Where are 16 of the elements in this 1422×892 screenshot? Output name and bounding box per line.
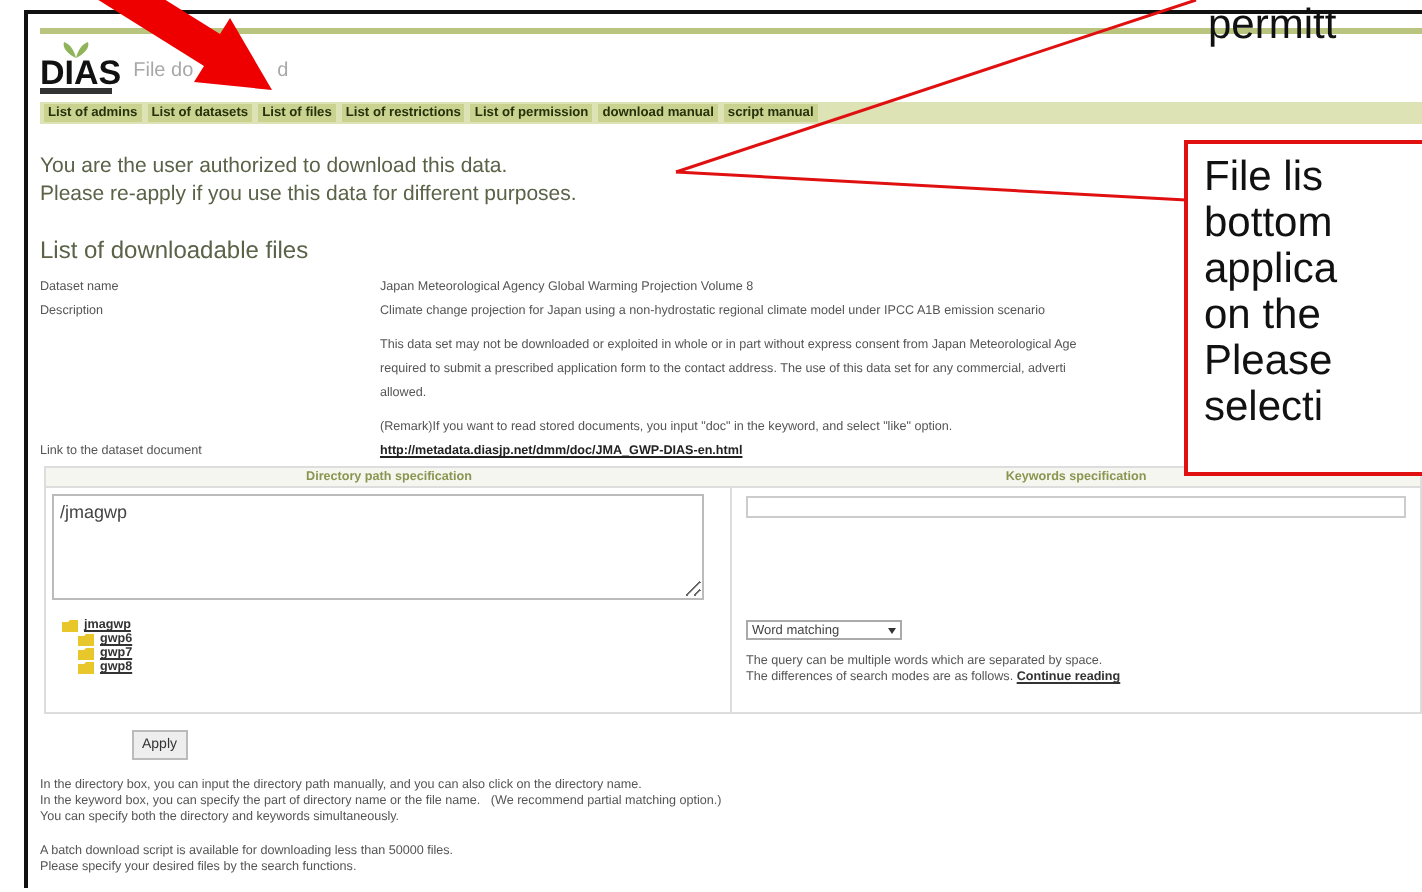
callout-text: applica — [1204, 246, 1340, 292]
notice-text: Please re-apply if you use this data for different purposes. — [40, 180, 577, 208]
dias-logo: DIAS — [40, 42, 122, 94]
directory-path-field[interactable]: /jmagwp — [52, 494, 704, 600]
callout-text: File lis — [1204, 154, 1326, 200]
notice-text: You are the user authorized to download this data. — [40, 152, 508, 180]
callout-text: bottom — [1204, 200, 1335, 246]
page-title: File do — [133, 60, 194, 82]
callout-text: on the — [1204, 292, 1323, 338]
callout-text: Please — [1204, 338, 1335, 384]
caret-icon — [888, 627, 896, 633]
keyword-field[interactable] — [746, 496, 1406, 518]
callout-text: permitt — [1208, 2, 1337, 48]
callout-text: selecti — [1204, 384, 1326, 430]
page-title: d — [277, 60, 289, 82]
section-title: List of downloadable files — [40, 236, 311, 264]
